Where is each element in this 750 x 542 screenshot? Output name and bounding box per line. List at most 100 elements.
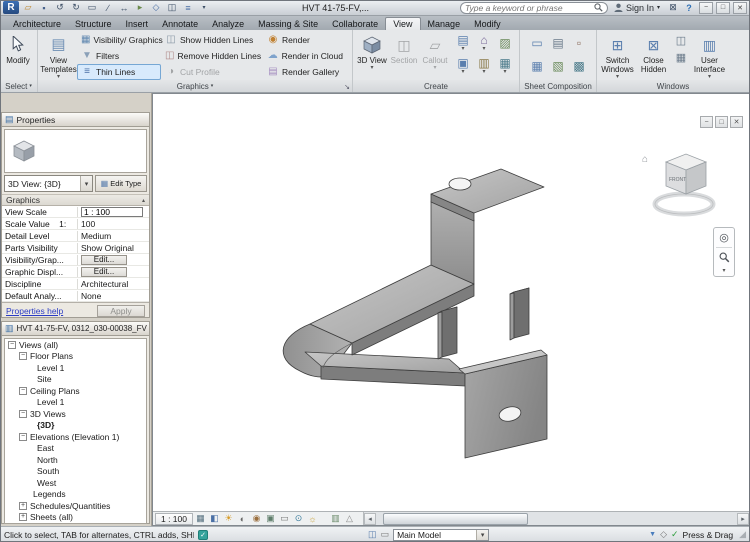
design-options-icon[interactable]: ▭ [381,529,390,540]
elevation-icon[interactable]: ⌂ ▾ [474,32,494,54]
type-selector[interactable]: 3D View: {3D} ▾ [4,175,93,192]
collapse-icon[interactable]: − [19,432,27,441]
create-panel-label[interactable]: Create [353,80,519,92]
property-row[interactable]: Default Analy... None [2,290,149,302]
tree-item-north[interactable]: North [5,454,146,466]
shadows-icon[interactable]: ◐ [236,513,249,525]
scroll-left-icon[interactable]: ◂ [364,512,376,525]
apply-button[interactable]: Apply [97,304,145,317]
restore-button[interactable]: □ [716,1,731,14]
tree-item-elevations[interactable]: − Elevations (Elevation 1) [5,431,146,443]
titleblock-icon[interactable]: ▤ [548,32,568,54]
user-interface-button[interactable]: ▥ User Interface ▾ [691,32,728,81]
close-button[interactable]: ✕ [733,1,748,14]
plan-views-icon[interactable]: ▤ ▾ [453,32,473,54]
status-indicator-icon[interactable]: ✓ [198,529,208,540]
visibility-edit-button[interactable]: Edit... [81,254,127,265]
render-in-cloud-button[interactable]: ☁ Render in Cloud [263,48,347,64]
filters-button[interactable]: ▼ Filters [77,48,161,64]
tree-item-legends[interactable]: Legends [5,489,146,501]
reveal-hidden-icon[interactable]: ☼ [306,513,319,525]
new-sheet-icon[interactable]: ▭ [527,32,547,54]
worksets-icon[interactable]: ◫ [368,529,377,540]
edit-type-button[interactable]: ▦ Edit Type [95,175,147,192]
close-hidden-button[interactable]: ⊠ Close Hidden [636,32,671,75]
legends-icon[interactable]: ▥ ▾ [474,55,494,77]
project-browser-header[interactable]: ▥ HVT 41-75-FV, 0312_030-00038_FV - ... [2,322,149,336]
modify-button[interactable]: Modify [2,32,34,65]
tab-massing-site[interactable]: Massing & Site [251,17,325,30]
tab-view[interactable]: View [385,17,421,30]
render-dialog-icon[interactable]: ◉ [250,513,263,525]
navigation-bar[interactable]: ◎ ▾ [713,227,735,277]
property-row[interactable]: Parts Visibility Show Original [2,242,149,254]
drafting-view-icon[interactable]: ▨ [495,32,515,54]
property-row[interactable]: Discipline Architectural [2,278,149,290]
tree-item-3d[interactable]: {3D} [5,420,146,432]
view-scale-input[interactable] [81,206,143,217]
minimize-button[interactable]: − [699,1,714,14]
expand-icon[interactable]: + [19,513,27,522]
select-panel-label[interactable]: Select ▾ [0,80,37,92]
tab-annotate[interactable]: Annotate [155,17,205,30]
collapse-icon[interactable]: − [19,409,27,418]
matchline-icon[interactable]: ▧ [548,55,568,77]
chevron-down-icon[interactable]: ▾ [476,529,489,540]
selection-toggle-icon[interactable]: ◇ [660,529,667,540]
cascade-windows-icon[interactable]: ◫ [676,36,686,47]
tree-item-level1[interactable]: Level 1 [5,362,146,374]
properties-header[interactable]: ▤ Properties [2,113,149,127]
visibility-graphics-button[interactable]: ▦ Visibility/ Graphics [77,32,163,48]
graphics-section-header[interactable]: Graphics ▴ [2,194,149,206]
property-row[interactable]: View Scale [2,206,149,218]
tree-item-schedules[interactable]: + Schedules/Quantities [5,500,146,512]
search-input[interactable] [464,2,591,13]
worksharing-display-icon[interactable]: ▥ [329,513,342,525]
tree-item-south[interactable]: South [5,466,146,478]
sun-path-icon[interactable]: ☀ [222,513,235,525]
guide-grid-icon[interactable]: ▦ [527,55,547,77]
horizontal-scrollbar[interactable]: ◂ ▸ [363,512,749,525]
open-icon[interactable]: ▱ [21,1,35,14]
view-minimize-button[interactable]: − [700,116,713,128]
tab-manage[interactable]: Manage [421,17,468,30]
property-row[interactable]: Scale Value 1: 100 [2,218,149,230]
revisions-icon[interactable]: ▫ [569,32,589,54]
collapse-icon[interactable]: − [19,352,27,361]
save-icon[interactable]: ▪ [37,1,51,14]
tab-modify[interactable]: Modify [467,17,508,30]
cut-profile-button[interactable]: ◑ Cut Profile [161,64,263,80]
temporary-hide-icon[interactable]: ⊙ [292,513,305,525]
navbar-chevron-icon[interactable]: ▾ [722,267,725,274]
crop-visibility-icon[interactable]: ▭ [278,513,291,525]
crop-view-icon[interactable]: ▣ [264,513,277,525]
section-qat-icon[interactable]: ◫ [165,1,179,14]
property-row[interactable]: Detail Level Medium [2,230,149,242]
measure-icon[interactable]: ∕ [101,1,115,14]
sheet-composition-panel-label[interactable]: Sheet Composition [520,80,596,92]
remove-hidden-lines-button[interactable]: ◫ Remove Hidden Lines [161,48,263,64]
scrollbar-track[interactable] [376,512,737,525]
tab-insert[interactable]: Insert [119,17,156,30]
detail-level-icon[interactable]: ▦ [194,513,207,525]
schedules-icon[interactable]: ▦ ▾ [495,55,515,77]
visual-style-icon[interactable]: ◧ [208,513,221,525]
analytical-model-icon[interactable]: △ [343,513,356,525]
switch-windows-button[interactable]: ⊞ Switch Windows ▾ [599,32,636,81]
viewcube[interactable]: FRONT [652,147,716,219]
property-row[interactable]: Graphic Displ... Edit... [2,266,149,278]
view-restore-button[interactable]: □ [715,116,728,128]
tree-item-floor-plans[interactable]: − Floor Plans [5,351,146,363]
model-canvas[interactable]: − □ ✕ ⌂ FRONT ◎ ▾ [153,94,749,511]
collapse-icon[interactable]: − [8,340,16,349]
search-box[interactable] [459,1,608,14]
thin-lines-qat-icon[interactable]: ≡ [181,1,195,14]
tile-windows-icon[interactable]: ▦ [676,53,686,64]
view-close-button[interactable]: ✕ [730,116,743,128]
qat-dropdown-icon[interactable]: ▾ [197,1,211,14]
property-row[interactable]: Visibility/Grap... Edit... [2,254,149,266]
tree-item-west[interactable]: West [5,477,146,489]
press-drag-checkbox[interactable]: ✓ [671,529,679,540]
search-icon[interactable] [594,3,603,12]
scale-button[interactable]: 1 : 100 [155,512,193,525]
